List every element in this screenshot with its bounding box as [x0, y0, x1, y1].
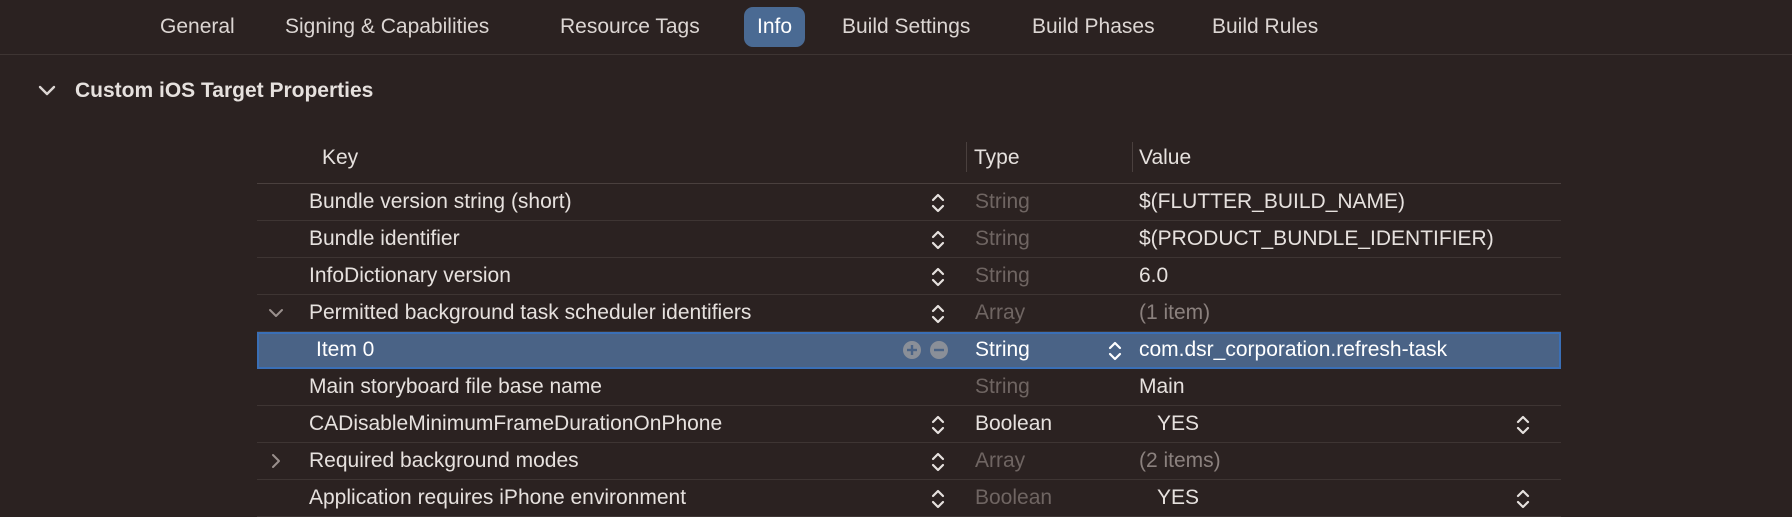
- row-value-popup[interactable]: YES: [1157, 406, 1199, 442]
- up-down-stepper-icon[interactable]: [1515, 413, 1531, 437]
- table-row-selected[interactable]: Item 0 String com.dsr_corporation.refres…: [257, 332, 1561, 369]
- row-value[interactable]: 6.0: [1139, 258, 1168, 294]
- minus-circle-icon[interactable]: [929, 340, 949, 360]
- row-key: Application requires iPhone environment: [309, 486, 687, 509]
- row-key: Bundle identifier: [309, 227, 460, 250]
- up-down-stepper-icon[interactable]: [930, 228, 946, 252]
- up-down-stepper-icon[interactable]: [930, 302, 946, 326]
- row-type: String: [975, 338, 1030, 361]
- tab-general[interactable]: General: [147, 7, 248, 47]
- row-key: CADisableMinimumFrameDurationOnPhone: [309, 412, 723, 435]
- up-down-stepper-icon[interactable]: [930, 413, 946, 437]
- table-row[interactable]: InfoDictionary version String 6.0: [257, 258, 1561, 295]
- chevron-down-icon[interactable]: [36, 74, 58, 108]
- row-type: Boolean: [975, 412, 1053, 435]
- column-header-value[interactable]: Value: [1139, 140, 1191, 183]
- row-type: Array: [975, 449, 1026, 472]
- row-value: (1 item): [1139, 301, 1211, 324]
- row-type: String: [975, 227, 1030, 250]
- row-value[interactable]: com.dsr_corporation.refresh-task: [1139, 332, 1447, 368]
- row-type: String: [975, 264, 1030, 287]
- column-divider[interactable]: [966, 142, 967, 172]
- table-row[interactable]: Required background modes Array (2 items…: [257, 443, 1561, 480]
- row-type: Boolean: [975, 486, 1053, 509]
- tab-signing-capabilities[interactable]: Signing & Capabilities: [272, 7, 502, 47]
- table-row[interactable]: Main storyboard file base name String Ma…: [257, 369, 1561, 406]
- row-key[interactable]: Item 0: [316, 332, 374, 368]
- properties-table: Key Type Value Bundle version string (sh…: [257, 140, 1561, 517]
- up-down-stepper-icon[interactable]: [1515, 487, 1531, 511]
- disclosure-chevron-down-icon[interactable]: [265, 295, 287, 331]
- row-value-popup[interactable]: YES: [1157, 480, 1199, 516]
- table-row[interactable]: Bundle identifier String $(PRODUCT_BUNDL…: [257, 221, 1561, 258]
- tab-build-phases[interactable]: Build Phases: [1019, 7, 1168, 47]
- table-header: Key Type Value: [257, 140, 1561, 184]
- row-value: (2 items): [1139, 449, 1221, 472]
- up-down-stepper-icon[interactable]: [930, 265, 946, 289]
- column-divider[interactable]: [1132, 142, 1133, 172]
- row-type: Array: [975, 301, 1026, 324]
- up-down-stepper-icon[interactable]: [930, 191, 946, 215]
- row-type: String: [975, 375, 1030, 398]
- disclosure-chevron-right-icon[interactable]: [265, 443, 287, 479]
- tab-build-rules[interactable]: Build Rules: [1199, 7, 1331, 47]
- row-key: Main storyboard file base name: [309, 375, 602, 398]
- row-key: Required background modes: [309, 449, 579, 472]
- tab-info[interactable]: Info: [744, 7, 806, 47]
- table-row[interactable]: CADisableMinimumFrameDurationOnPhone Boo…: [257, 406, 1561, 443]
- editor-tab-bar: General Signing & Capabilities Resource …: [0, 0, 1792, 55]
- table-row[interactable]: Permitted background task scheduler iden…: [257, 295, 1561, 332]
- up-down-stepper-icon[interactable]: [930, 450, 946, 474]
- plus-circle-icon[interactable]: [902, 340, 922, 360]
- row-value[interactable]: $(FLUTTER_BUILD_NAME): [1139, 184, 1405, 220]
- table-row[interactable]: Bundle version string (short) String $(F…: [257, 184, 1561, 221]
- up-down-stepper-icon[interactable]: [930, 487, 946, 511]
- tab-build-settings[interactable]: Build Settings: [829, 7, 983, 47]
- row-key: Permitted background task scheduler iden…: [309, 301, 752, 324]
- table-row[interactable]: Application requires iPhone environment …: [257, 480, 1561, 517]
- tab-resource-tags[interactable]: Resource Tags: [547, 7, 713, 47]
- row-value[interactable]: Main: [1139, 369, 1185, 405]
- row-type: String: [975, 190, 1030, 213]
- row-key: InfoDictionary version: [309, 264, 511, 287]
- row-value[interactable]: $(PRODUCT_BUNDLE_IDENTIFIER): [1139, 221, 1494, 257]
- column-header-type[interactable]: Type: [974, 140, 1020, 183]
- row-key: Bundle version string (short): [309, 190, 572, 213]
- section-title: Custom iOS Target Properties: [75, 79, 374, 102]
- up-down-stepper-icon[interactable]: [1107, 339, 1123, 363]
- column-header-key[interactable]: Key: [322, 140, 358, 183]
